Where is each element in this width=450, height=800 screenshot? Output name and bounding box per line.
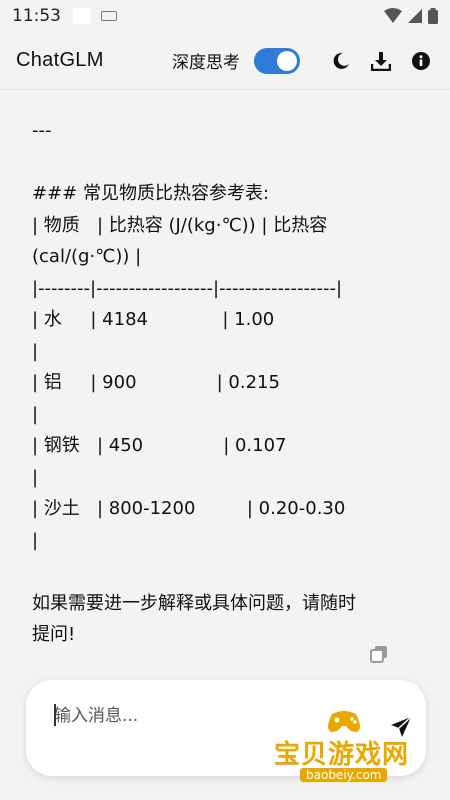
info-button[interactable] xyxy=(408,48,434,74)
wifi-icon xyxy=(384,8,402,23)
assistant-message: --- ### 常见物质比热容参考表: | 物质 | 比热容 (J/(kg·℃)) … xyxy=(32,115,402,651)
message-line: | 钢铁 | 450 | 0.107 xyxy=(32,435,287,456)
message-line xyxy=(32,556,402,588)
status-indicators xyxy=(384,8,438,24)
cellular-icon xyxy=(408,9,422,23)
message-line: | 物质 | 比热容 (J/(kg·℃)) | 比热容 xyxy=(32,214,328,236)
deep-think-toggle[interactable] xyxy=(254,47,300,74)
message-line: |--------|------------------|-----------… xyxy=(32,277,343,299)
message-line: | xyxy=(32,403,39,425)
message-line: | 水 | 4184 | 1.00 xyxy=(32,309,275,330)
toggle-knob xyxy=(277,50,297,71)
gamepad-icon xyxy=(328,711,360,732)
battery-icon xyxy=(428,8,438,24)
keyboard-icon xyxy=(101,11,117,21)
chat-content: --- ### 常见物质比热容参考表: | 物质 | 比热容 (J/(kg·℃)) … xyxy=(0,91,450,671)
copy-button[interactable] xyxy=(370,645,390,665)
status-bar: 11:53 xyxy=(0,0,450,32)
message-line: 提问! xyxy=(32,624,76,645)
app-title: ChatGLM xyxy=(16,49,104,71)
message-line: --- xyxy=(32,120,52,141)
info-icon xyxy=(412,51,430,70)
text-caret xyxy=(54,704,56,726)
message-line: | 沙土 | 800-1200 | 0.20-0.30 xyxy=(32,498,346,519)
message-line: ### 常见物质比热容参考表: xyxy=(32,183,270,204)
deep-think-label: 深度思考 xyxy=(172,53,240,73)
download-button[interactable] xyxy=(368,48,394,74)
download-icon xyxy=(371,51,391,71)
notification-icon xyxy=(73,8,91,24)
app-actions: 深度思考 xyxy=(172,47,434,74)
watermark-url: baobeiy.com xyxy=(300,768,388,782)
message-line: (cal/(g·℃)) | xyxy=(32,246,142,267)
message-line: | xyxy=(32,466,39,488)
status-time: 11:53 xyxy=(12,6,61,26)
message-line xyxy=(32,147,402,179)
message-line: | xyxy=(32,340,39,362)
theme-button[interactable] xyxy=(328,48,354,74)
moon-icon xyxy=(333,52,349,69)
message-line: 如果需要进一步解释或具体问题，请随时 xyxy=(32,592,356,614)
watermark: 宝贝游戏网 baobeiy.com xyxy=(270,700,450,800)
copy-icon xyxy=(370,646,387,663)
message-line: | xyxy=(32,529,39,551)
watermark-title: 宝贝游戏网 xyxy=(274,740,410,770)
app-bar: ChatGLM 深度思考 xyxy=(0,32,450,90)
message-line: | 铝 | 900 | 0.215 xyxy=(32,372,280,393)
